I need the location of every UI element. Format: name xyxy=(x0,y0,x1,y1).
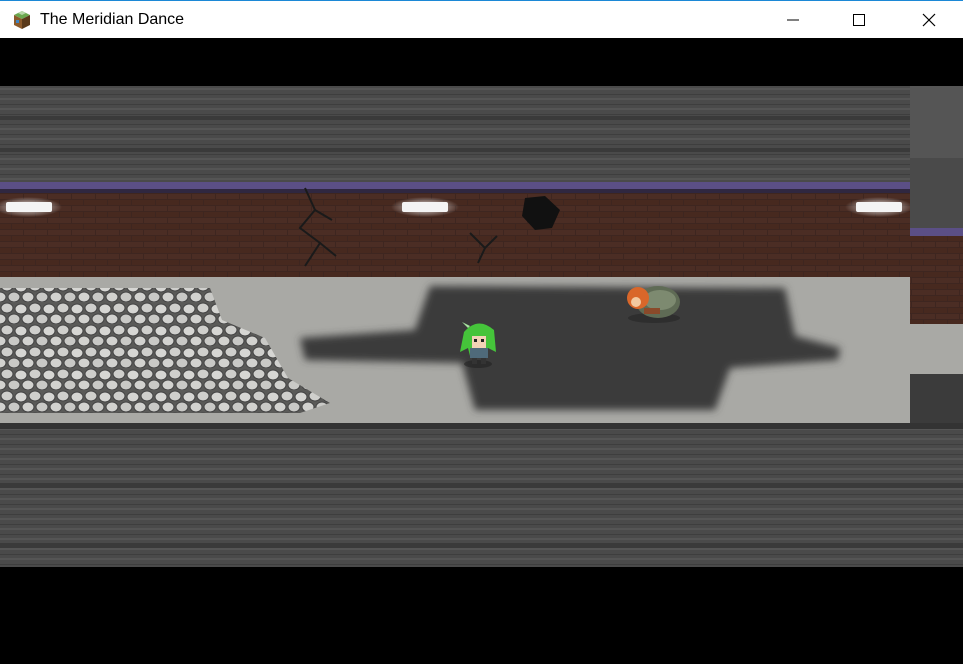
maximize-icon xyxy=(853,13,865,26)
curled-up-figure-sprite[interactable] xyxy=(627,286,680,323)
game-cube-icon xyxy=(14,11,30,29)
game-window: The Meridian Dance xyxy=(0,0,963,664)
window-title: The Meridian Dance xyxy=(40,11,185,28)
ceiling-light-right xyxy=(845,197,913,217)
maximize-button[interactable] xyxy=(836,1,882,38)
game-viewport[interactable] xyxy=(0,38,963,664)
close-button[interactable] xyxy=(906,1,952,38)
title-bar[interactable]: The Meridian Dance xyxy=(0,0,963,38)
letterbox-bottom xyxy=(0,567,963,664)
ceiling-light-center xyxy=(391,197,459,217)
game-scene[interactable] xyxy=(0,38,963,664)
close-icon xyxy=(922,13,936,26)
letterbox-top xyxy=(0,38,963,86)
minimize-icon xyxy=(787,19,799,20)
ceiling xyxy=(0,86,910,182)
wall-trim xyxy=(0,182,910,190)
minimize-button[interactable] xyxy=(770,1,816,38)
